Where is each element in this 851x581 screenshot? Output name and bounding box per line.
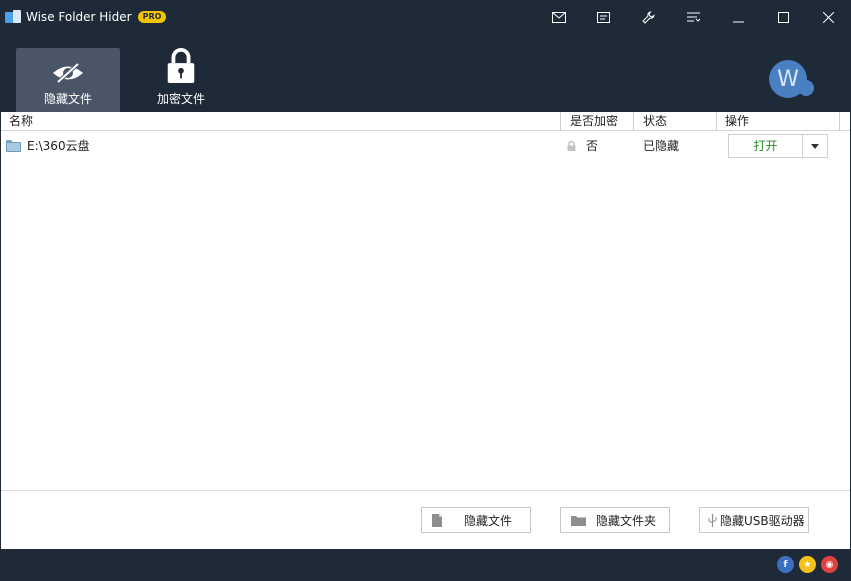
feedback-button[interactable] xyxy=(581,0,626,34)
hide-file-label: 隐藏文件 xyxy=(464,513,513,528)
title-bar: Wise Folder Hider PRO xyxy=(0,0,851,34)
column-divider[interactable] xyxy=(560,112,561,131)
lock-icon xyxy=(567,141,576,151)
folder-icon xyxy=(571,515,586,526)
hide-folder-label: 隐藏文件夹 xyxy=(596,513,657,528)
app-title: Wise Folder Hider xyxy=(26,10,132,24)
column-header-encrypted[interactable]: 是否加密 xyxy=(570,112,618,131)
maximize-icon xyxy=(778,11,789,23)
column-header-name[interactable]: 名称 xyxy=(9,112,33,131)
row-status: 已隐藏 xyxy=(643,139,680,153)
table-header: 名称 是否加密 状态 操作 xyxy=(1,112,850,131)
avatar-letter: W xyxy=(777,66,799,92)
file-list-panel: 名称 是否加密 状态 操作 E:\360云盘 否 已隐藏 打开 隐藏文件 隐藏文… xyxy=(1,112,850,549)
status-bar xyxy=(0,549,851,581)
row-name: E:\360云盘 xyxy=(27,139,90,153)
caret-down-icon xyxy=(811,143,819,149)
tab-encrypt-files-label: 加密文件 xyxy=(156,92,205,106)
minimize-icon xyxy=(733,21,744,22)
hide-usb-button[interactable]: 隐藏USB驱动器 xyxy=(699,507,809,533)
padlock-icon xyxy=(167,48,195,84)
folder-icon xyxy=(6,140,21,152)
mail-button[interactable] xyxy=(536,0,581,34)
column-header-status[interactable]: 状态 xyxy=(643,112,667,131)
menu-button[interactable] xyxy=(671,0,716,34)
column-header-action[interactable]: 操作 xyxy=(725,112,749,131)
title-controls xyxy=(536,0,851,34)
wrench-icon xyxy=(642,10,655,24)
usb-icon xyxy=(708,513,717,527)
hidden-eye-icon xyxy=(53,62,83,84)
row-action-group: 打开 xyxy=(728,134,828,158)
weibo-icon[interactable]: ◉ xyxy=(821,556,838,573)
column-divider[interactable] xyxy=(716,112,717,131)
maximize-button[interactable] xyxy=(761,0,806,34)
hide-file-button[interactable]: 隐藏文件 xyxy=(421,507,531,533)
action-dropdown-button[interactable] xyxy=(803,135,827,157)
toolbar: 隐藏文件 加密文件 W xyxy=(0,34,851,112)
feedback-icon xyxy=(597,11,610,23)
pro-badge: PRO xyxy=(137,11,167,23)
app-logo-icon xyxy=(5,10,21,24)
bottom-action-bar: 隐藏文件 隐藏文件夹 隐藏USB驱动器 xyxy=(1,490,850,549)
hide-folder-button[interactable]: 隐藏文件夹 xyxy=(560,507,670,533)
tab-hide-files-label: 隐藏文件 xyxy=(43,92,92,106)
tab-encrypt-files[interactable]: 加密文件 xyxy=(129,48,233,112)
avatar-status-dot xyxy=(798,80,814,96)
mail-icon xyxy=(551,11,566,23)
close-icon xyxy=(823,11,834,23)
table-row[interactable]: E:\360云盘 否 已隐藏 打开 xyxy=(1,132,850,160)
row-encrypted: 否 xyxy=(586,139,599,153)
facebook-icon[interactable]: f xyxy=(777,556,794,573)
star-icon[interactable]: ★ xyxy=(799,556,816,573)
settings-button[interactable] xyxy=(626,0,671,34)
minimize-button[interactable] xyxy=(716,0,761,34)
tab-hide-files[interactable]: 隐藏文件 xyxy=(16,48,120,112)
file-icon xyxy=(432,513,442,527)
column-divider[interactable] xyxy=(839,112,840,131)
close-button[interactable] xyxy=(806,0,851,34)
menu-icon xyxy=(687,12,700,22)
open-button[interactable]: 打开 xyxy=(729,135,803,157)
hide-usb-label: 隐藏USB驱动器 xyxy=(720,513,805,528)
column-divider[interactable] xyxy=(633,112,634,131)
